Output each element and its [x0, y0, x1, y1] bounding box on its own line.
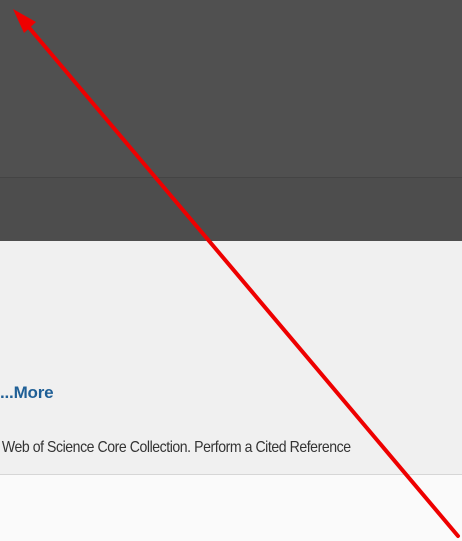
navigation-bar	[0, 178, 462, 241]
bottom-panel	[0, 475, 462, 541]
database-description: n Web of Science Core Collection. Perfor…	[0, 439, 351, 456]
more-link[interactable]: ...More	[0, 383, 54, 403]
top-header-bar	[0, 0, 462, 177]
